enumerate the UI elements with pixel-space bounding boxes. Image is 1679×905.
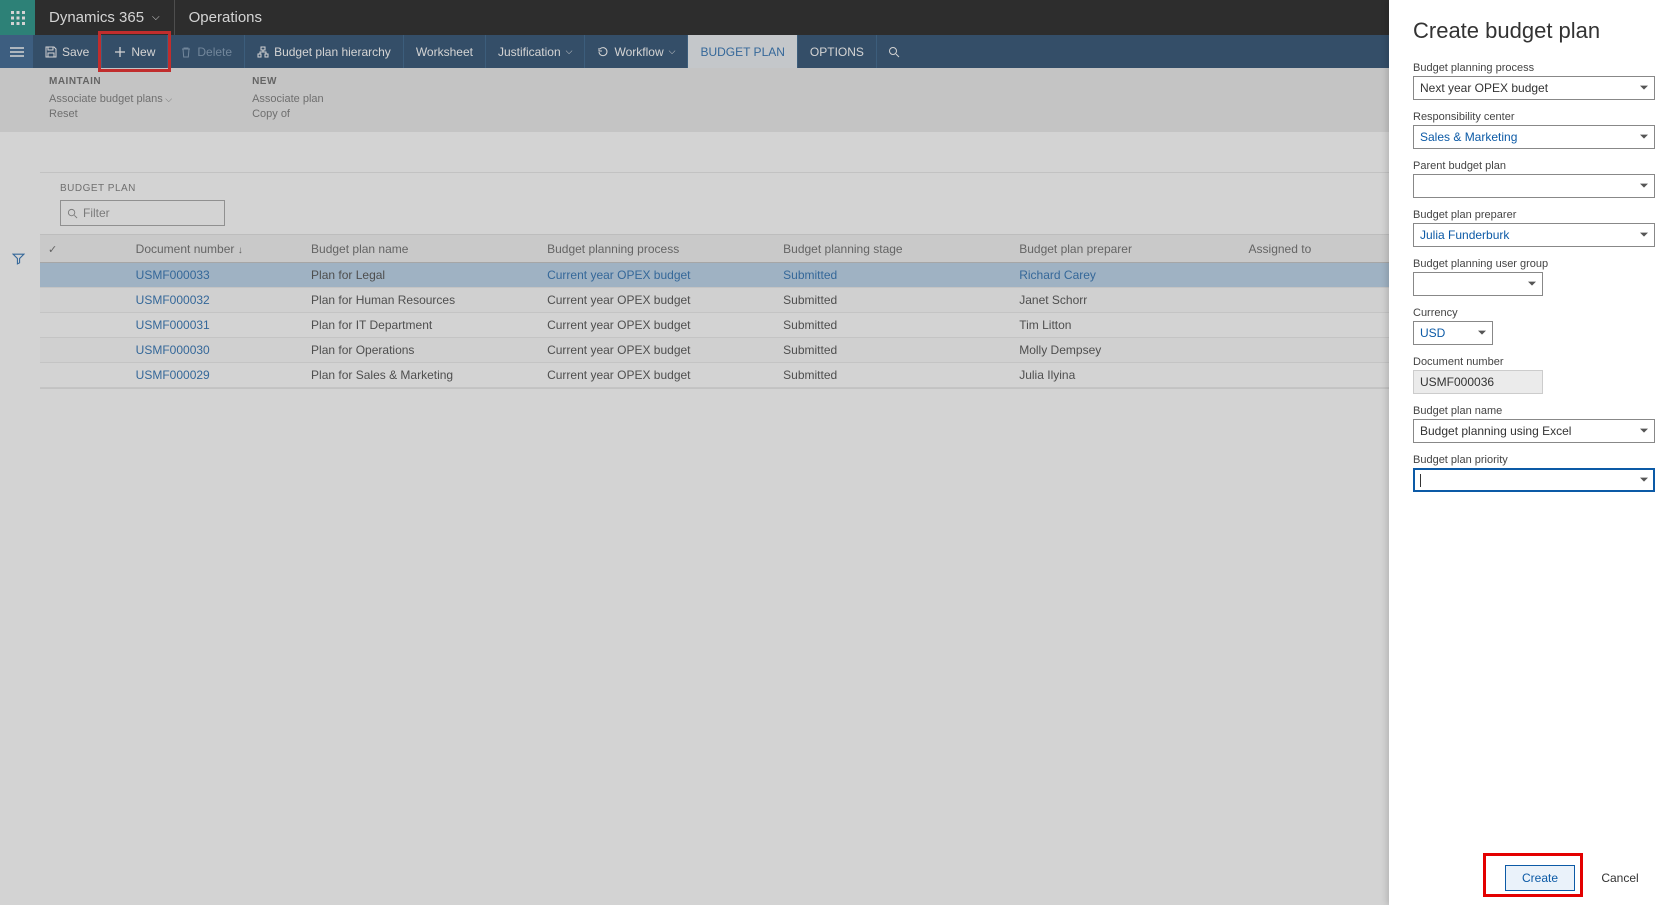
cancel-button[interactable]: Cancel — [1585, 865, 1655, 891]
budget-plan-name-input[interactable]: Budget planning using Excel — [1413, 419, 1655, 443]
field-label: Currency — [1413, 307, 1655, 319]
budget-plan-preparer-select[interactable]: Julia Funderburk — [1413, 223, 1655, 247]
parent-budget-plan-select[interactable] — [1413, 174, 1655, 198]
field-label: Budget plan preparer — [1413, 209, 1655, 221]
modal-overlay — [0, 0, 1389, 905]
field-user-group: Budget planning user group — [1413, 258, 1655, 296]
field-budget-plan-preparer: Budget plan preparer Julia Funderburk — [1413, 209, 1655, 247]
panel-footer: Create Cancel — [1413, 851, 1655, 891]
responsibility-center-select[interactable]: Sales & Marketing — [1413, 125, 1655, 149]
text-cursor — [1420, 474, 1421, 487]
field-label: Budget plan name — [1413, 405, 1655, 417]
user-group-select[interactable] — [1413, 272, 1543, 296]
field-budget-plan-name: Budget plan name Budget planning using E… — [1413, 405, 1655, 443]
cancel-label: Cancel — [1601, 871, 1638, 885]
field-label: Responsibility center — [1413, 111, 1655, 123]
input-value: Budget planning using Excel — [1420, 424, 1571, 438]
field-document-number: Document number USMF000036 — [1413, 356, 1655, 394]
panel-title: Create budget plan — [1413, 18, 1655, 44]
field-responsibility-center: Responsibility center Sales & Marketing — [1413, 111, 1655, 149]
select-value: USD — [1420, 326, 1445, 340]
field-currency: Currency USD — [1413, 307, 1655, 345]
field-budget-plan-priority: Budget plan priority — [1413, 454, 1655, 492]
input-value: USMF000036 — [1420, 375, 1494, 389]
select-value: Sales & Marketing — [1420, 130, 1517, 144]
create-button[interactable]: Create — [1505, 865, 1575, 891]
field-label: Budget planning process — [1413, 62, 1655, 74]
select-value: Julia Funderburk — [1420, 228, 1509, 242]
field-budget-planning-process: Budget planning process Next year OPEX b… — [1413, 62, 1655, 100]
create-label: Create — [1522, 871, 1558, 885]
select-value: Next year OPEX budget — [1420, 81, 1548, 95]
budget-planning-process-select[interactable]: Next year OPEX budget — [1413, 76, 1655, 100]
field-label: Parent budget plan — [1413, 160, 1655, 172]
field-parent-budget-plan: Parent budget plan — [1413, 160, 1655, 198]
field-label: Budget planning user group — [1413, 258, 1655, 270]
document-number-input: USMF000036 — [1413, 370, 1543, 394]
currency-select[interactable]: USD — [1413, 321, 1493, 345]
field-label: Budget plan priority — [1413, 454, 1655, 466]
field-label: Document number — [1413, 356, 1655, 368]
budget-plan-priority-select[interactable] — [1413, 468, 1655, 492]
create-budget-plan-panel: Create budget plan Budget planning proce… — [1389, 0, 1679, 905]
